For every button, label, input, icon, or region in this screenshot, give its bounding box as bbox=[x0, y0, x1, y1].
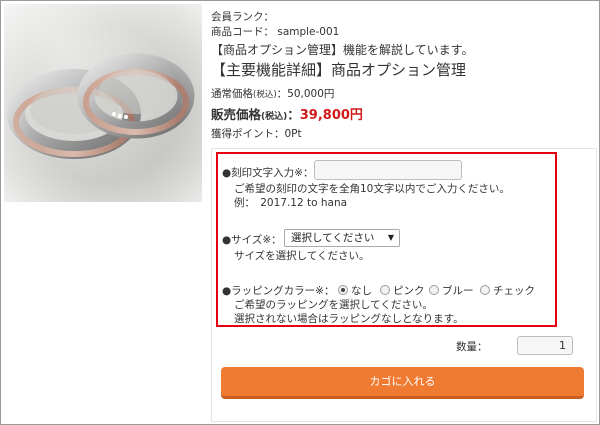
points: 獲得ポイント：0Pt bbox=[211, 126, 302, 141]
quantity-input[interactable] bbox=[517, 336, 573, 355]
wrapping-choice-pink[interactable]: ピンク bbox=[393, 283, 425, 298]
wrapping-choice-check[interactable]: チェック bbox=[493, 283, 535, 298]
product-description: 【商品オプション管理】機能を解説しています。 bbox=[211, 43, 474, 57]
product-code-label: 商品コード： bbox=[211, 26, 274, 38]
regular-price-tax: (税込) bbox=[253, 90, 277, 100]
wrapping-choice-none[interactable]: なし bbox=[351, 283, 372, 298]
regular-price: 通常価格(税込)：50,000円 bbox=[211, 86, 334, 101]
member-rank: 会員ランク： bbox=[211, 9, 274, 24]
points-label: 獲得ポイント： bbox=[211, 128, 285, 140]
sale-price-value: 39,800円 bbox=[299, 108, 363, 123]
image-vignette bbox=[4, 4, 202, 202]
size-select[interactable]: 選択してください ▼ bbox=[284, 229, 400, 247]
wrapping-radio-blue[interactable] bbox=[429, 285, 439, 295]
wrapping-choice-blue[interactable]: ブルー bbox=[442, 283, 474, 298]
size-help: サイズを選択してください。 bbox=[234, 250, 370, 262]
engraving-label: ●刻印文字入力※： bbox=[222, 167, 314, 179]
product-title: 【主要機能詳細】商品オプション管理 bbox=[211, 61, 467, 79]
sale-price-label: 販売価格 bbox=[211, 107, 262, 122]
wrapping-label: ●ラッピングカラー※： bbox=[222, 285, 335, 297]
product-image bbox=[4, 4, 202, 202]
chevron-down-icon: ▼ bbox=[387, 233, 394, 242]
add-to-cart-button[interactable]: カゴに入れる bbox=[221, 367, 584, 399]
product-code-value: sample-001 bbox=[277, 26, 340, 38]
points-value: 0Pt bbox=[284, 128, 302, 140]
sale-price: 販売価格(税込)：39,800円 bbox=[211, 104, 363, 123]
engraving-example: 例： 2017.12 to hana bbox=[234, 197, 348, 209]
regular-price-label: 通常価格 bbox=[211, 88, 253, 100]
wrapping-radio-pink[interactable] bbox=[380, 285, 390, 295]
wrapping-radio-none[interactable] bbox=[338, 285, 348, 295]
engraving-input[interactable] bbox=[314, 160, 462, 180]
size-label: ●サイズ※： bbox=[222, 234, 282, 246]
wrapping-radio-check[interactable] bbox=[480, 285, 490, 295]
member-rank-label: 会員ランク： bbox=[211, 11, 274, 23]
wrapping-note: 選択されない場合はラッピングなしとなります。 bbox=[234, 313, 464, 325]
wrapping-help: ご希望のラッピングを選択してください。 bbox=[234, 299, 433, 311]
sale-price-tax: (税込) bbox=[261, 112, 288, 122]
size-select-value: 選択してください bbox=[291, 232, 375, 244]
quantity-label: 数量： bbox=[456, 341, 488, 353]
engraving-help: ご希望の刻印の文字を全角10文字以内でご入力ください。 bbox=[234, 183, 510, 195]
regular-price-value: ：50,000円 bbox=[276, 88, 335, 100]
sale-price-sep: ： bbox=[287, 107, 300, 122]
product-code: 商品コード： sample-001 bbox=[211, 24, 339, 39]
